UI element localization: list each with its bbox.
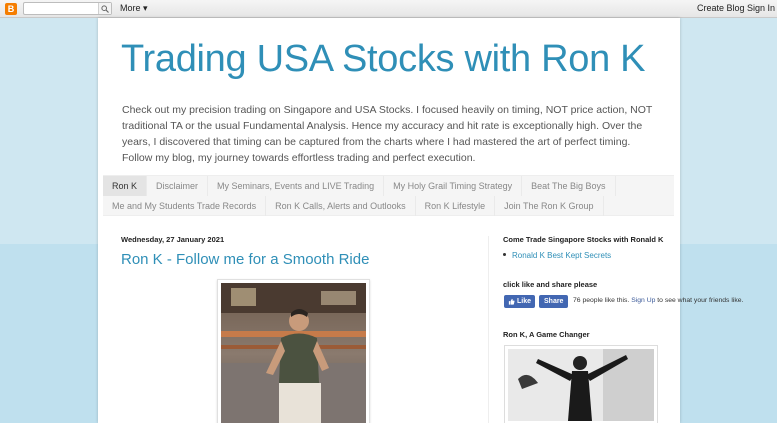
sign-in-link[interactable]: Sign In [747, 3, 775, 13]
tab-join-group[interactable]: Join The Ron K Group [495, 196, 604, 216]
like-count-text: 76 people like this. [573, 297, 630, 304]
tab-holy-grail[interactable]: My Holy Grail Timing Strategy [384, 176, 523, 196]
sidebar-divider [488, 236, 489, 423]
sidebar-photo[interactable] [504, 345, 658, 423]
post-title[interactable]: Ron K - Follow me for a Smooth Ride [121, 251, 369, 268]
navbar-search-input[interactable] [23, 2, 112, 15]
blogger-navbar: B More ▾ Create Blog Sign In [0, 0, 777, 18]
list-bullet [503, 253, 506, 256]
blogger-logo-icon[interactable]: B [5, 3, 17, 15]
like-suffix-text: to see what your friends like. [657, 297, 744, 304]
blog-title[interactable]: Trading USA Stocks with Ron K [121, 38, 646, 81]
tab-calls-alerts[interactable]: Ron K Calls, Alerts and Outlooks [266, 196, 416, 216]
create-blog-link[interactable]: Create Blog [697, 3, 745, 13]
tab-seminars[interactable]: My Seminars, Events and LIVE Trading [208, 176, 385, 196]
tab-trade-records[interactable]: Me and My Students Trade Records [103, 196, 267, 216]
thumbs-up-icon [508, 298, 515, 305]
page-tabs: Ron K Disclaimer My Seminars, Events and… [103, 175, 674, 216]
tab-beat-big-boys[interactable]: Beat The Big Boys [522, 176, 616, 196]
sidebar-widget-title-trade: Come Trade Singapore Stocks with Ronald … [503, 235, 664, 244]
post-photo-image [221, 283, 366, 423]
sidebar-widget-title-share: click like and share please [503, 280, 598, 289]
blog-header: Trading USA Stocks with Ron K Check out … [98, 18, 680, 194]
blog-content: Trading USA Stocks with Ron K Check out … [98, 18, 743, 423]
game-changer-image [508, 349, 654, 421]
sidebar-link-best-kept-secrets[interactable]: Ronald K Best Kept Secrets [512, 251, 611, 260]
search-icon[interactable] [98, 3, 111, 14]
more-menu[interactable]: More ▾ [120, 3, 148, 14]
post-photo[interactable] [217, 279, 370, 423]
facebook-share-button[interactable]: Share [539, 295, 569, 308]
sidebar-widget-title-game-changer: Ron K, A Game Changer [503, 330, 590, 339]
tab-disclaimer[interactable]: Disclaimer [147, 176, 209, 196]
facebook-like-count: 76 people like this. Sign Up to see what… [573, 297, 743, 304]
tab-lifestyle[interactable]: Ron K Lifestyle [416, 196, 496, 216]
tabs-row-2: Me and My Students Trade Records Ron K C… [103, 196, 604, 216]
blog-description: Check out my precision trading on Singap… [122, 104, 653, 164]
facebook-like-button[interactable]: Like [504, 295, 536, 308]
tabs-row-1: Ron K Disclaimer My Seminars, Events and… [103, 176, 616, 196]
facebook-sign-up-link[interactable]: Sign Up [631, 297, 655, 304]
tab-ron-k[interactable]: Ron K [103, 176, 148, 196]
post-date: Wednesday, 27 January 2021 [121, 235, 225, 244]
like-label: Like [517, 298, 532, 305]
